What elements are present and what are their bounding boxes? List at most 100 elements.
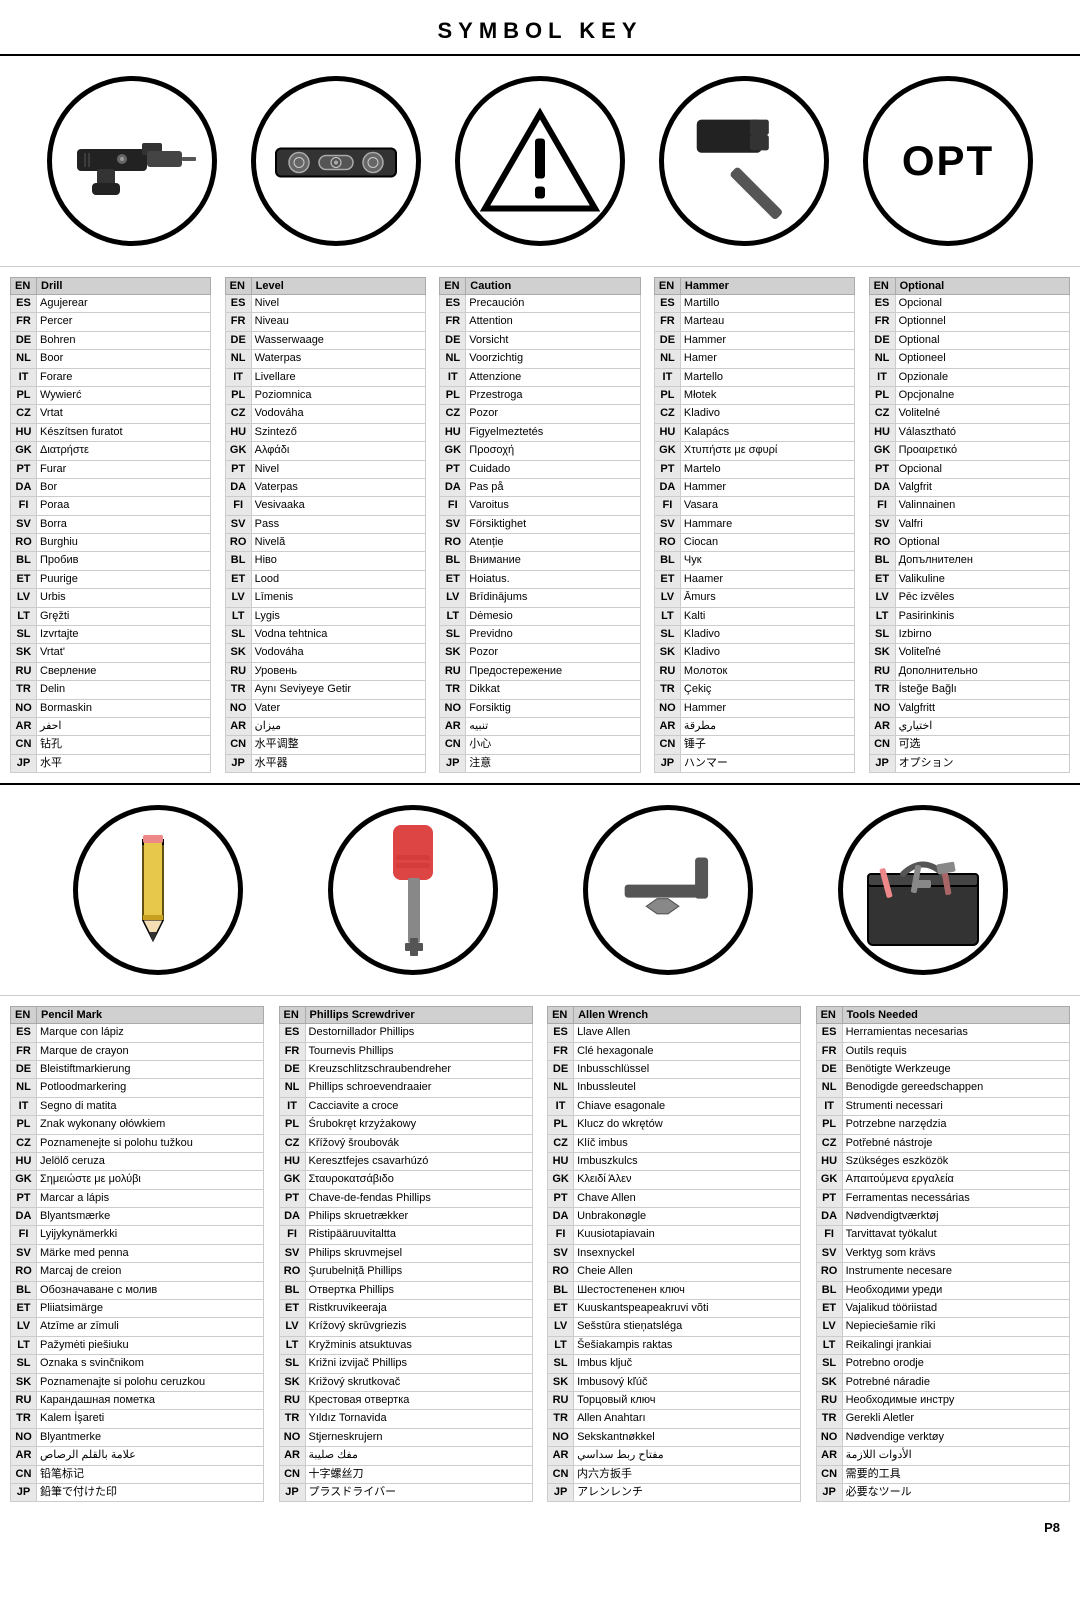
table-drill: ENDrillESAgujerearFRPercerDEBohrenNLBoor… <box>10 277 211 773</box>
table-hammer-lang-header: EN <box>654 278 680 295</box>
table-row: ETHoiatus. <box>440 570 640 588</box>
table-row: ARميزان <box>225 717 425 735</box>
table-row: SVFörsiktighet <box>440 515 640 533</box>
table-row: SVInsexnyckel <box>548 1244 801 1262</box>
table-row: RUКрестовая отвертка <box>279 1391 532 1409</box>
table-row: BLОбозначаване с молив <box>11 1281 264 1299</box>
table-level-lang-header: EN <box>225 278 251 295</box>
allen-icon-circle <box>583 805 753 975</box>
drill-svg <box>67 111 197 211</box>
table-row: HUImbuszkulcs <box>548 1152 801 1170</box>
table-row: ETLood <box>225 570 425 588</box>
table-row: BLНеобходими уреди <box>816 1281 1069 1299</box>
table-row: RUУровень <box>225 662 425 680</box>
table-row: ITSegno di matita <box>11 1097 264 1115</box>
pencil-icon-circle <box>73 805 243 975</box>
table-row: LVLīmenis <box>225 589 425 607</box>
table-row: ARالأدوات اللازمة <box>816 1447 1069 1465</box>
table-pencil-lang-header: EN <box>11 1007 37 1024</box>
table-row: NLWaterpas <box>225 350 425 368</box>
table-row: JPハンマー <box>654 754 854 772</box>
table-row: PLZnak wykonany ołówkiem <box>11 1116 264 1134</box>
table-row: GKΚλειδί Άλεν <box>548 1171 801 1189</box>
table-row: SLPrevidno <box>440 626 640 644</box>
table-row: ESAgujerear <box>11 295 211 313</box>
table-row: NOForsiktig <box>440 699 640 717</box>
table-row: ESHerramientas necesarias <box>816 1024 1069 1042</box>
table-row: GKΑπαιτούμενα εργαλεία <box>816 1171 1069 1189</box>
table-row: CN内六方扳手 <box>548 1465 801 1483</box>
table-row: DEVorsicht <box>440 331 640 349</box>
table-row: PLOpcjonalne <box>869 386 1069 404</box>
table-row: JP注意 <box>440 754 640 772</box>
table-row: TRYıldız Tornavida <box>279 1410 532 1428</box>
table-row: ITCacciavite a croce <box>279 1097 532 1115</box>
table-row: NLVoorzichtig <box>440 350 640 368</box>
table-optional-lang-header: EN <box>869 278 895 295</box>
table-row: NLPotloodmarkering <box>11 1079 264 1097</box>
table-row: ITForare <box>11 368 211 386</box>
table-row: HUFigyelmeztetés <box>440 423 640 441</box>
table-optional-label-header: Optional <box>895 278 1069 295</box>
table-row: PTFerramentas necessárias <box>816 1189 1069 1207</box>
table-row: LVKrížový skrūvgriezis <box>279 1318 532 1336</box>
table-row: NOStjerneskrujern <box>279 1428 532 1446</box>
table-row: ROMarcaj de creion <box>11 1263 264 1281</box>
table-row: SVPass <box>225 515 425 533</box>
table-row: LTKalti <box>654 607 854 625</box>
table-row: HUKészítsen furatot <box>11 423 211 441</box>
hammer-svg <box>679 96 809 226</box>
table-row: JP必要なツール <box>816 1483 1069 1501</box>
table-row: LTPasirinkinis <box>869 607 1069 625</box>
table-row: TRAllen Anahtarı <box>548 1410 801 1428</box>
table-row: NOSekskantnøkkel <box>548 1428 801 1446</box>
table-row: SLOznaka s svinčnikom <box>11 1355 264 1373</box>
table-row: GKΣταυροκατσάβιδο <box>279 1171 532 1189</box>
table-allen: ENAllen WrenchESLlave AllenFRClé hexagon… <box>547 1006 801 1502</box>
table-row: PLPoziomnica <box>225 386 425 404</box>
table-row: HUJelölő ceruza <box>11 1152 264 1170</box>
table-row: SVMärke med penna <box>11 1244 264 1262</box>
table-row: DAPhilips skruetrækker <box>279 1208 532 1226</box>
table-row: LVNepieciešamie rīki <box>816 1318 1069 1336</box>
table-row: NLPhillips schroevendraaier <box>279 1079 532 1097</box>
table-row: NLBenodigde gereedschappen <box>816 1079 1069 1097</box>
table-row: TRGerekli Aletler <box>816 1410 1069 1428</box>
table-row: FRMarque de crayon <box>11 1042 264 1060</box>
table-row: BLПробив <box>11 552 211 570</box>
table-row: PLPotrzebne narzędzia <box>816 1116 1069 1134</box>
table-hammer: ENHammerESMartilloFRMarteauDEHammerNLHam… <box>654 277 855 773</box>
table-row: ETVajalikud tööriistad <box>816 1300 1069 1318</box>
table-row: FROutils requis <box>816 1042 1069 1060</box>
bottom-icons-row <box>0 785 1080 996</box>
table-row: BLНiво <box>225 552 425 570</box>
table-row: SLKrižni izvijač Phillips <box>279 1355 532 1373</box>
page-number: P8 <box>0 1512 1080 1543</box>
table-row: PTChave Allen <box>548 1189 801 1207</box>
table-row: ARمفتاح ربط سداسي <box>548 1447 801 1465</box>
table-row: ETRistkruvikeeraja <box>279 1300 532 1318</box>
table-row: FILyijykynämerkki <box>11 1226 264 1244</box>
table-row: TRDikkat <box>440 681 640 699</box>
table-row: NLHamer <box>654 350 854 368</box>
table-row: ETPuurige <box>11 570 211 588</box>
table-row: ROŞurubelniță Phillips <box>279 1263 532 1281</box>
table-row: PTNivel <box>225 460 425 478</box>
table-row: FRClé hexagonale <box>548 1042 801 1060</box>
table-row: GKΔιατρήστε <box>11 442 211 460</box>
drill-icon-circle <box>47 76 217 246</box>
table-drill-lang-header: EN <box>11 278 37 295</box>
table-row: JPオプション <box>869 754 1069 772</box>
table-level-label-header: Level <box>251 278 425 295</box>
table-row: CZPoznamenejte si polohu tužkou <box>11 1134 264 1152</box>
table-row: FIVasara <box>654 497 854 515</box>
table-row: RUТорцовый ключ <box>548 1391 801 1409</box>
page-title: SYMBOL KEY <box>0 0 1080 56</box>
table-tools-label-header: Tools Needed <box>842 1007 1069 1024</box>
table-row: JPプラスドライバー <box>279 1483 532 1501</box>
table-row: DEWasserwaage <box>225 331 425 349</box>
level-svg <box>271 131 401 191</box>
table-row: ITStrumenti necessari <box>816 1097 1069 1115</box>
table-row: FRMarteau <box>654 313 854 331</box>
table-row: DAUnbrakonøgle <box>548 1208 801 1226</box>
